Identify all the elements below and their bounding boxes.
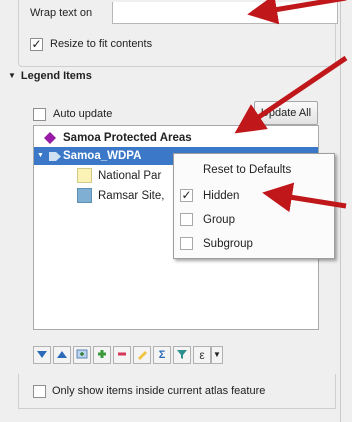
tree-item-samoa-protected-areas[interactable]: Samoa Protected Areas (34, 129, 318, 147)
group-layer-icon (49, 152, 61, 161)
tree-item-label: Samoa_WDPA (63, 150, 142, 162)
menu-item-hidden[interactable]: ✓ Hidden (174, 185, 334, 207)
legend-items-title: Legend Items (20, 70, 92, 82)
move-down-icon[interactable] (33, 346, 51, 364)
menu-item-label: Reset to Defaults (203, 164, 292, 176)
menu-item-label: Subgroup (203, 238, 253, 250)
square-symbol-icon (77, 168, 92, 183)
expand-arrow-icon[interactable]: ▼ (37, 147, 44, 165)
sum-icon[interactable]: Σ (153, 346, 171, 364)
diamond-symbol-icon (44, 132, 56, 144)
resize-label: Resize to fit contents (50, 38, 153, 50)
menu-item-reset-to-defaults[interactable]: Reset to Defaults (174, 159, 334, 181)
legend-items-header[interactable]: ▼ Legend Items (8, 70, 92, 82)
dropdown-icon[interactable]: ▼ (211, 346, 223, 364)
wrap-text-input[interactable] (112, 2, 338, 24)
update-all-button[interactable]: Update All (254, 101, 318, 125)
add-group-icon[interactable] (73, 346, 91, 364)
menu-item-label: Group (203, 214, 235, 226)
edit-icon[interactable] (133, 346, 151, 364)
auto-update-label: Auto update (53, 108, 113, 120)
menu-item-subgroup[interactable]: Subgroup (174, 233, 334, 255)
resize-checkbox[interactable]: ✓ (30, 38, 43, 51)
menu-item-label: Hidden (203, 190, 240, 202)
square-symbol-icon (77, 188, 92, 203)
tree-item-label: Samoa Protected Areas (63, 132, 192, 144)
group-checkbox[interactable] (180, 213, 193, 226)
context-menu: Reset to Defaults ✓ Hidden Group Subgrou… (173, 153, 335, 259)
collapse-triangle-icon[interactable]: ▼ (8, 71, 16, 80)
tree-item-label: National Par (98, 170, 162, 182)
expression-icon[interactable]: ε (193, 346, 211, 364)
add-item-icon[interactable] (93, 346, 111, 364)
group-box-border (18, 374, 336, 409)
tree-item-label: Ramsar Site, (98, 190, 165, 202)
hidden-checkbox[interactable]: ✓ (180, 189, 193, 202)
filter-icon[interactable] (173, 346, 191, 364)
menu-item-group[interactable]: Group (174, 209, 334, 231)
subgroup-checkbox[interactable] (180, 237, 193, 250)
remove-item-icon[interactable] (113, 346, 131, 364)
move-up-icon[interactable] (53, 346, 71, 364)
panel-border (340, 0, 341, 422)
wrap-text-label: Wrap text on (30, 7, 93, 19)
auto-update-checkbox[interactable] (33, 108, 46, 121)
